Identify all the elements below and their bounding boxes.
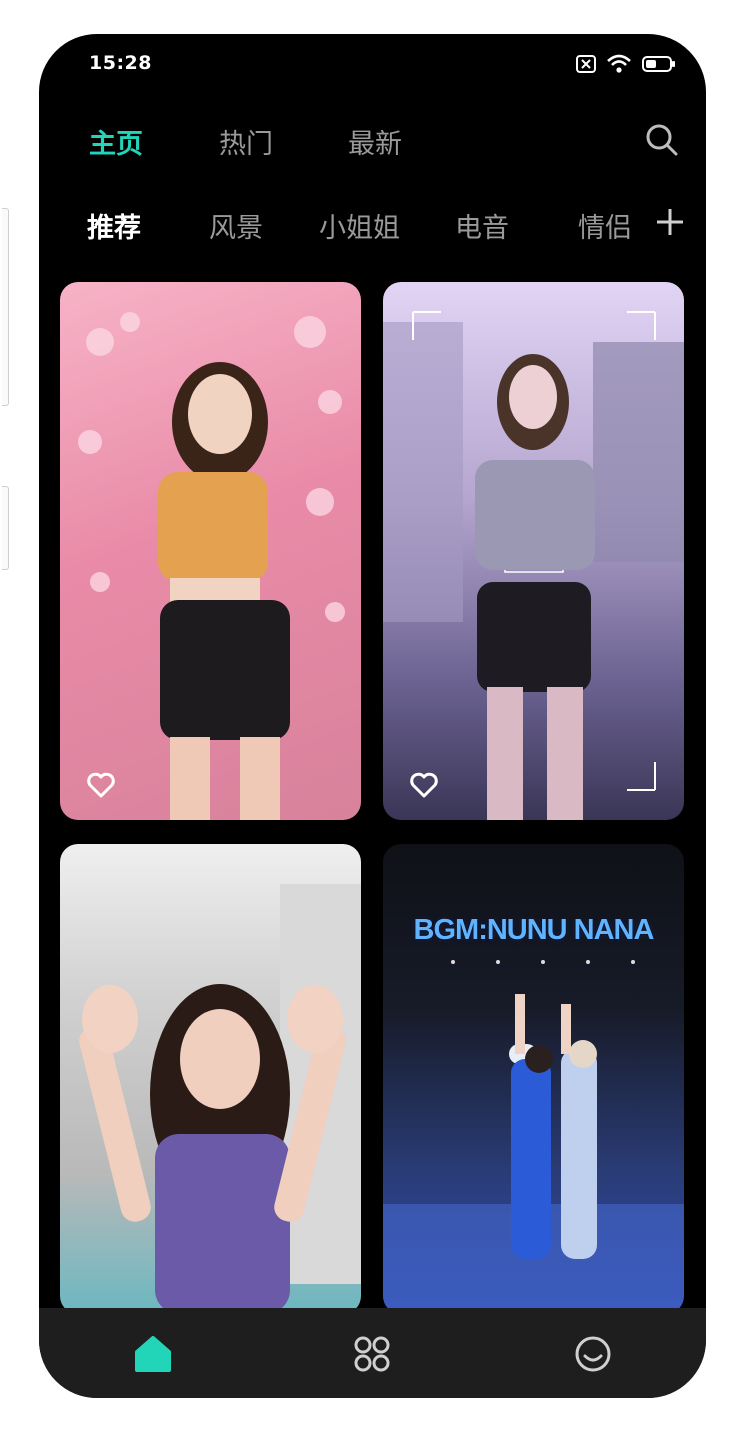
grid-apps-icon[interactable] [350, 1332, 394, 1376]
video-thumbnail [383, 960, 684, 1308]
wifi-icon [607, 54, 631, 73]
video-card[interactable]: BGM:NUNU NANA [383, 844, 684, 1308]
tab-latest[interactable]: 最新 [348, 122, 402, 161]
category-tabs: 推荐 风景 小姐姐 电音 情侣 [87, 206, 686, 256]
bottom-nav-bar [39, 1308, 706, 1398]
side-volume-button [2, 208, 9, 406]
home-icon[interactable] [131, 1332, 175, 1376]
category-girls[interactable]: 小姐姐 [319, 206, 400, 245]
smile-profile-icon[interactable] [571, 1332, 615, 1376]
category-edm[interactable]: 电音 [455, 206, 509, 245]
phone-screen: 15:28 主页 热门 最新 推荐 风景 小姐姐 电音 情侣 BGM:NUNU … [39, 34, 706, 1398]
side-power-button [2, 486, 9, 570]
add-category-icon[interactable] [654, 206, 686, 238]
video-grid: BGM:NUNU NANA [60, 282, 685, 1308]
status-bar: 15:28 [89, 50, 676, 80]
category-recommended[interactable]: 推荐 [87, 206, 141, 245]
like-heart-icon[interactable] [409, 770, 439, 800]
video-card[interactable] [60, 282, 361, 820]
battery-icon [642, 56, 675, 72]
video-thumbnail [383, 311, 684, 820]
status-time: 15:28 [89, 52, 152, 74]
category-scenery[interactable]: 风景 [209, 206, 263, 245]
category-couples[interactable]: 情侣 [578, 206, 632, 245]
sim-off-icon [576, 55, 596, 73]
search-icon[interactable] [644, 122, 680, 158]
tab-home[interactable]: 主页 [89, 122, 143, 161]
video-thumbnail [79, 884, 361, 1308]
tab-hot[interactable]: 热门 [219, 122, 273, 161]
like-heart-icon[interactable] [86, 770, 116, 800]
top-tabs: 主页 热门 最新 [89, 122, 680, 166]
video-card[interactable] [60, 844, 361, 1308]
video-card[interactable] [383, 282, 684, 820]
status-icons [576, 54, 676, 74]
video-thumbnail [78, 312, 345, 820]
